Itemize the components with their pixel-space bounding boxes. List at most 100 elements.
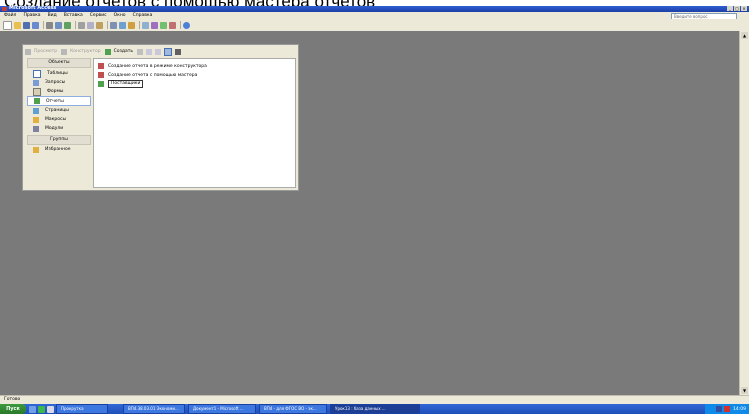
paste-icon[interactable] (96, 21, 103, 29)
start-button[interactable]: Пуск (0, 404, 26, 414)
menu-insert[interactable]: Вставка (64, 13, 83, 18)
object-reports[interactable]: Отчеты (27, 96, 91, 106)
wizard-icon (98, 72, 104, 78)
vertical-scrollbar[interactable]: ▲ ▼ (739, 31, 749, 395)
object-label: Формы (47, 89, 64, 94)
group-favorites[interactable]: Избранное (27, 145, 91, 154)
mdi-workspace: Просмотр Конструктор Создать Объекты Таб… (0, 31, 740, 395)
object-modules[interactable]: Модули (27, 124, 91, 133)
list-item-label: Создание отчета с помощью мастера (108, 72, 198, 78)
cut-icon[interactable] (78, 21, 85, 29)
save-icon[interactable] (23, 21, 30, 29)
toolbar-separator (75, 21, 76, 29)
list-item-create-wizard[interactable]: Создание отчета с помощью мастера (98, 71, 197, 79)
menu-window[interactable]: Окно (114, 13, 126, 18)
search-icon[interactable] (32, 21, 39, 29)
print-icon[interactable] (46, 21, 53, 29)
menu-file[interactable]: Файл (4, 13, 16, 18)
page-icon (33, 107, 39, 114)
clock[interactable]: 14:09 (733, 407, 746, 412)
help-icon[interactable] (183, 21, 190, 29)
toolbar-separator (180, 21, 181, 29)
undo-icon[interactable] (110, 21, 117, 29)
open-icon[interactable] (14, 21, 21, 29)
preview-button[interactable]: Просмотр (34, 49, 57, 54)
toolbar-separator (107, 21, 108, 29)
taskbar: Пуск Прокрутка ВП4.38.03.01 Экономи... Д… (0, 404, 749, 414)
taskbar-item[interactable]: Документ1 - Microsoft ... (188, 404, 256, 414)
module-icon (33, 125, 39, 132)
system-tray: 14:09 (705, 404, 749, 414)
report-icon (98, 81, 104, 87)
object-macros[interactable]: Макросы (27, 115, 91, 124)
preview-icon[interactable] (55, 21, 62, 29)
query-icon (33, 79, 39, 86)
toolbar-separator (43, 21, 44, 29)
list-item-create-design[interactable]: Создание отчета в режиме конструктора (98, 62, 207, 70)
objects-pane: Объекты Таблицы Запросы Формы Отчеты Стр… (27, 58, 91, 186)
list-item-label: Создание отчета в режиме конструктора (108, 63, 207, 69)
copy-icon[interactable] (87, 21, 94, 29)
menu-bar: Файл Правка Вид Вставка Сервис Окно Спра… (0, 12, 749, 19)
form-icon (33, 87, 41, 96)
toolbar-separator (139, 21, 140, 29)
menu-view[interactable]: Вид (48, 13, 57, 18)
design-button[interactable]: Конструктор (70, 49, 100, 54)
design-wizard-icon (98, 63, 104, 69)
maximize-button[interactable]: ▢ (734, 6, 740, 11)
close-button[interactable]: × (741, 6, 747, 11)
office-links-icon[interactable] (119, 21, 126, 29)
relationships-icon[interactable] (160, 21, 167, 29)
scroll-down-icon[interactable]: ▼ (741, 387, 748, 394)
list-item-label: Поставщики (108, 80, 144, 88)
language-icon[interactable] (716, 406, 723, 412)
create-icon (104, 48, 111, 55)
object-tables[interactable]: Таблицы (27, 69, 91, 78)
access-window: Microsoft Access _ ▢ × Файл Правка Вид В… (0, 5, 749, 408)
analyze-icon[interactable] (128, 21, 135, 29)
object-forms[interactable]: Формы (27, 87, 91, 96)
object-queries[interactable]: Запросы (27, 78, 91, 87)
object-label: Макросы (45, 117, 66, 122)
new-icon[interactable] (3, 20, 12, 30)
minimize-button[interactable]: _ (727, 6, 733, 11)
status-bar: Готово (0, 395, 749, 404)
table-icon (33, 69, 41, 78)
group-label: Избранное (45, 147, 71, 152)
menu-help[interactable]: Справка (133, 13, 153, 18)
taskbar-item[interactable]: ВП4 - для ФГОС ВО - эк... (259, 404, 327, 414)
object-label: Модули (45, 126, 64, 131)
groups-header[interactable]: Группы (27, 135, 91, 145)
desktop-icon[interactable] (29, 405, 36, 413)
properties-icon[interactable] (151, 21, 158, 29)
create-button[interactable]: Создать (114, 49, 133, 54)
details-view-icon[interactable] (175, 48, 181, 55)
objects-header[interactable]: Объекты (27, 58, 91, 68)
scroll-up-icon[interactable]: ▲ (741, 32, 748, 39)
taskbar-item[interactable]: ВП4.38.03.01 Экономи... (123, 404, 185, 414)
object-label: Страницы (45, 108, 69, 113)
database-window: Просмотр Конструктор Создать Объекты Таб… (22, 44, 299, 191)
window-title: Microsoft Access (9, 5, 57, 11)
list-view-icon[interactable] (164, 47, 172, 56)
explorer-icon[interactable] (47, 405, 54, 413)
new-object-icon[interactable] (169, 21, 176, 29)
spelling-icon[interactable] (64, 21, 71, 29)
media-icon[interactable] (38, 405, 45, 413)
small-icons-icon[interactable] (155, 48, 161, 55)
taskbar-item[interactable]: Прокрутка (56, 404, 108, 414)
antivirus-icon[interactable] (724, 406, 731, 412)
access-app-icon (2, 7, 7, 11)
database-toolbar: Просмотр Конструктор Создать (25, 47, 296, 56)
code-icon[interactable] (142, 21, 149, 29)
menu-tools[interactable]: Сервис (90, 13, 107, 18)
object-pages[interactable]: Страницы (27, 106, 91, 115)
delete-icon[interactable] (137, 48, 143, 55)
object-label: Таблицы (47, 71, 68, 76)
design-icon (61, 48, 68, 55)
menu-edit[interactable]: Правка (23, 13, 40, 18)
list-item-report-suppliers[interactable]: Поставщики (98, 80, 144, 88)
taskbar-item-active[interactable]: Урок13 : база данных ... (330, 404, 420, 414)
objects-list: Создание отчета в режиме конструктора Со… (93, 58, 296, 188)
large-icons-icon[interactable] (146, 48, 152, 55)
